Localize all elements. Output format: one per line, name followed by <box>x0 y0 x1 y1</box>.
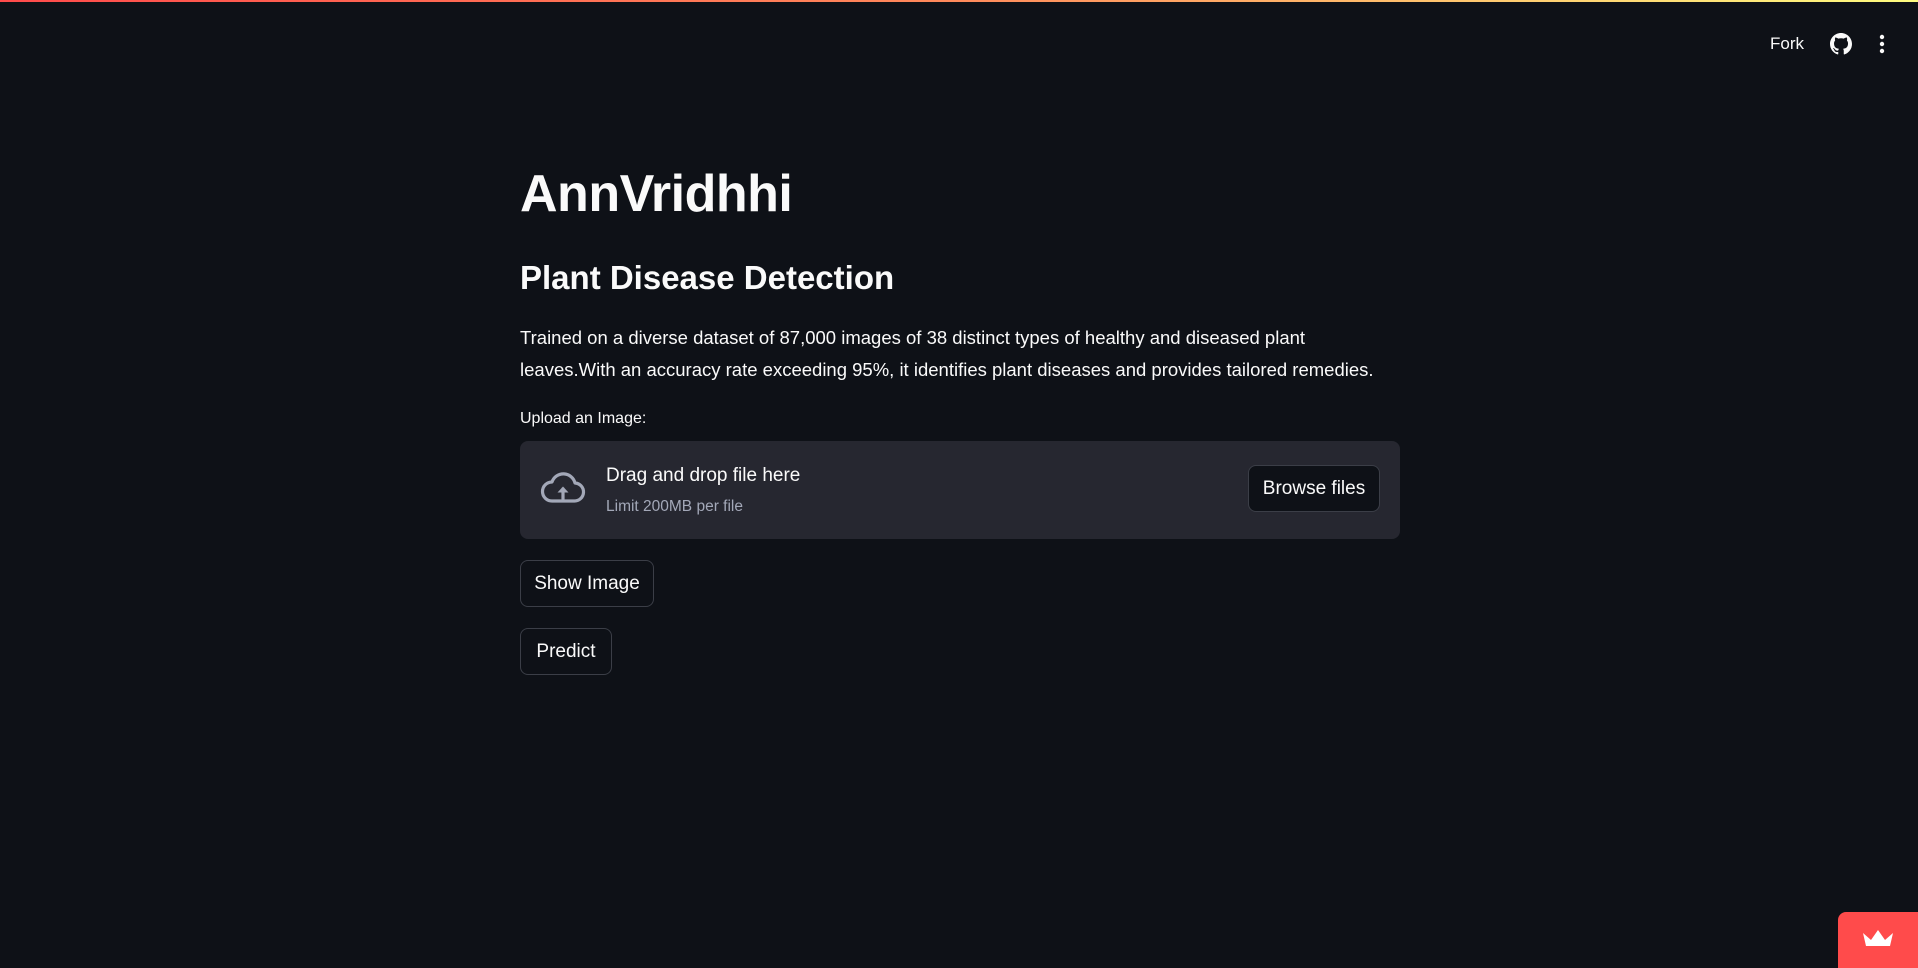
kebab-menu-icon[interactable] <box>1878 33 1886 55</box>
app-description: Trained on a diverse dataset of 87,000 i… <box>520 327 1374 380</box>
top-toolbar: Fork <box>1770 28 1886 60</box>
dropzone-title: Drag and drop file here <box>606 465 801 486</box>
browse-files-button[interactable]: Browse files <box>1248 465 1380 512</box>
cloud-upload-icon <box>540 469 586 509</box>
app-title: AnnVridhhi <box>520 165 793 223</box>
file-dropzone[interactable]: Drag and drop file here Limit 200MB per … <box>520 441 1400 539</box>
page-subheader: Plant Disease Detection <box>520 259 895 296</box>
dropzone-limit: Limit 200MB per file <box>606 498 743 515</box>
top-decoration-bar <box>0 0 1918 2</box>
show-image-button[interactable]: Show Image <box>520 560 654 607</box>
github-icon[interactable] <box>1830 33 1852 55</box>
predict-button[interactable]: Predict <box>520 628 612 675</box>
fork-link[interactable]: Fork <box>1770 34 1804 54</box>
upload-label: Upload an Image: <box>520 410 647 427</box>
streamlit-badge[interactable] <box>1838 912 1918 968</box>
crown-icon <box>1861 927 1895 954</box>
